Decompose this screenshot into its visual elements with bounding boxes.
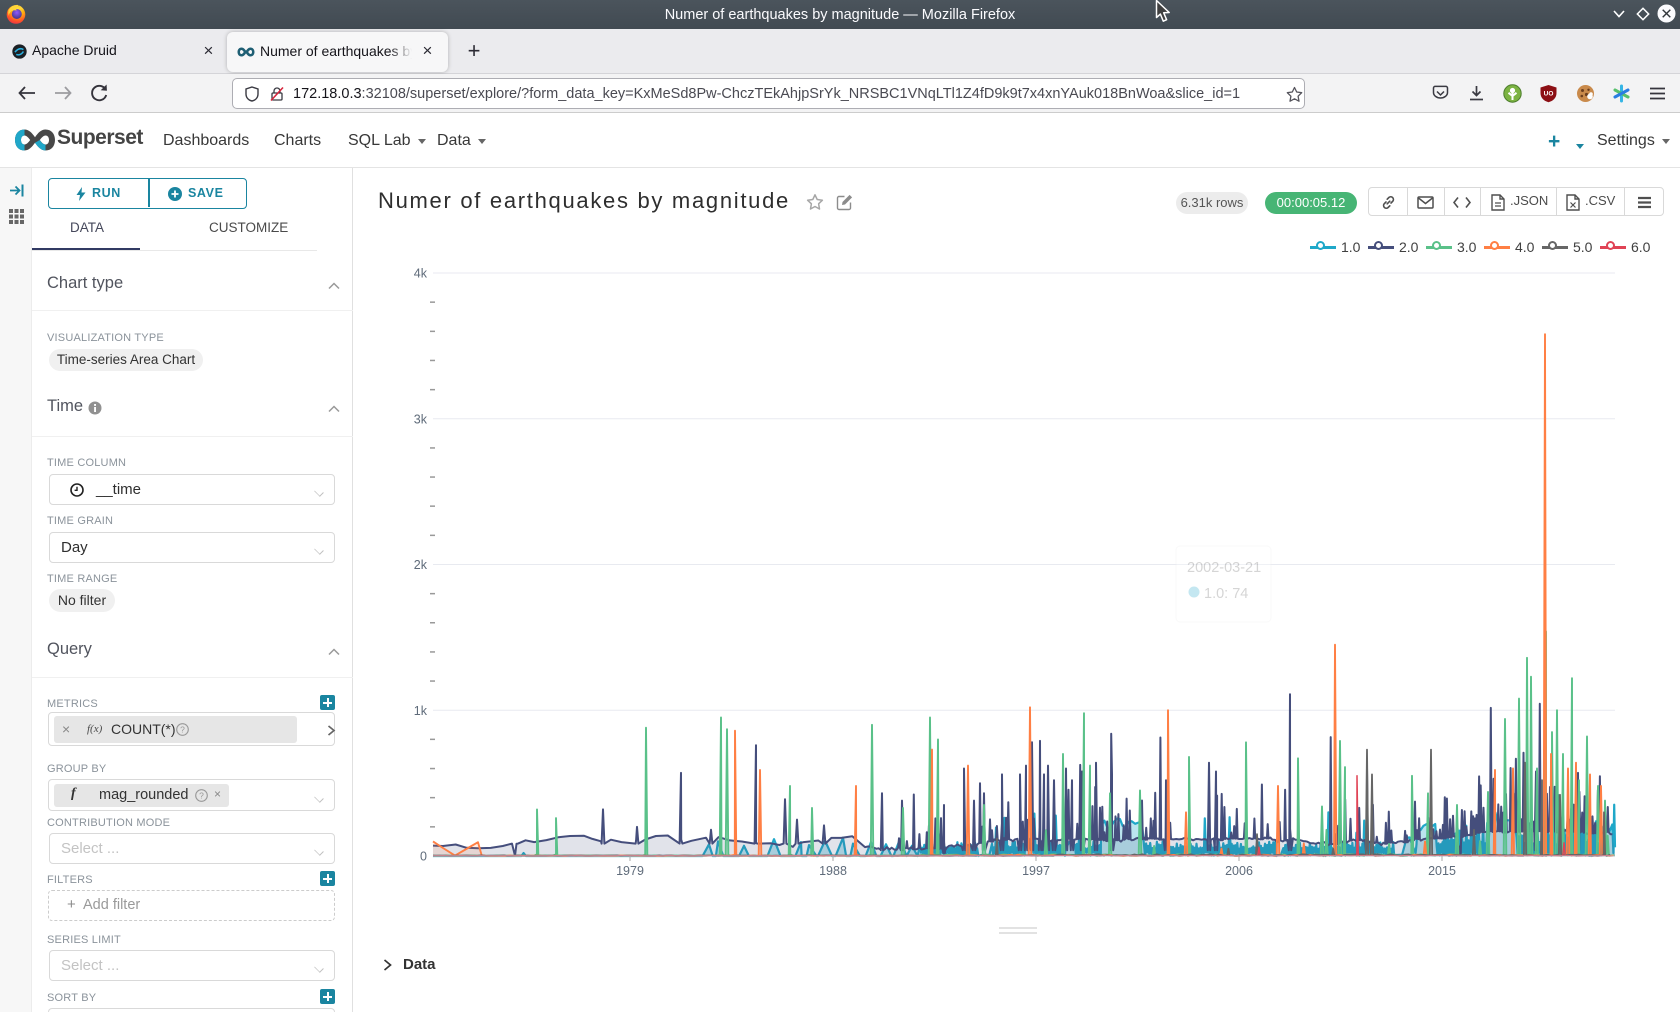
svg-text:3k: 3k xyxy=(414,412,428,426)
svg-text:1988: 1988 xyxy=(819,864,847,878)
svg-text:2k: 2k xyxy=(414,558,428,572)
svg-text:?: ? xyxy=(180,724,185,734)
svg-text:?: ? xyxy=(199,790,204,800)
svg-text:1k: 1k xyxy=(414,704,428,718)
svg-text:UO: UO xyxy=(1544,91,1554,98)
svg-text:1997: 1997 xyxy=(1022,864,1050,878)
svg-text:1.0: 74: 1.0: 74 xyxy=(1204,586,1248,602)
svg-text:0: 0 xyxy=(420,850,427,864)
svg-text:1979: 1979 xyxy=(616,864,644,878)
svg-text:2006: 2006 xyxy=(1225,864,1253,878)
svg-text:2015: 2015 xyxy=(1428,864,1456,878)
svg-text:4k: 4k xyxy=(414,267,428,281)
svg-text:2002-03-21: 2002-03-21 xyxy=(1187,560,1261,576)
